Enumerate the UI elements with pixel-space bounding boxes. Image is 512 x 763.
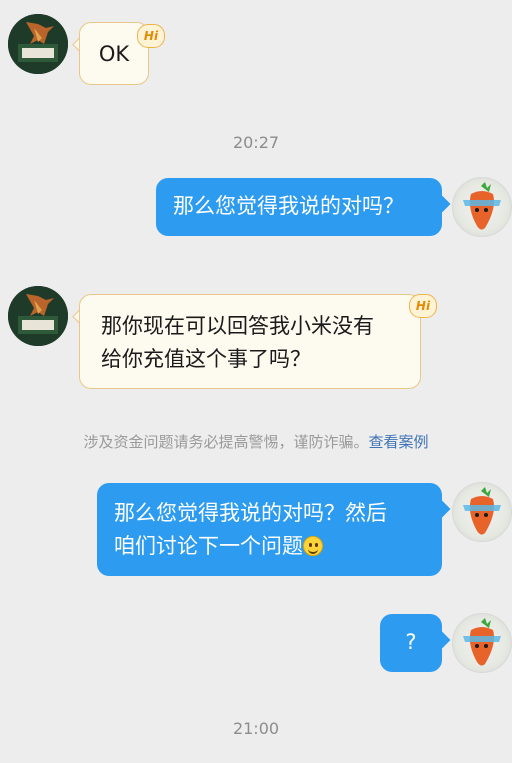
safety-notice: 涉及资金问题请务必提高警惕，谨防诈骗。查看案例 [0,431,512,452]
timestamp: 21:00 [232,719,280,738]
message-text-line: 给你充值这个事了吗？ [101,347,311,371]
message-text: OK [98,42,130,66]
my-avatar[interactable] [452,613,512,673]
message-text: 咱们讨论下一个问题 [114,534,303,558]
contact-avatar[interactable] [8,286,68,346]
avatar-left-icon [8,14,68,74]
message-text-line: 那你现在可以回答我小米没有 [101,314,374,338]
message-bubble-outgoing[interactable]: 那么您觉得我说的对吗？然后 咱们讨论下一个问题 [97,483,442,576]
notice-text: 涉及资金问题请务必提高警惕，谨防诈骗。 [83,433,369,451]
smile-emoji-icon [303,536,323,556]
hi-badge: Hi [409,294,437,318]
message-text-line: 那么您觉得我说的对吗？然后 [114,501,387,525]
avatar-right-carrot-icon [463,487,501,535]
avatar-right-carrot-icon [463,618,501,666]
hi-badge: Hi [137,24,165,48]
message-text: ? [405,630,417,654]
contact-avatar[interactable] [8,14,68,74]
my-avatar[interactable] [452,177,512,237]
avatar-right-carrot-icon [463,182,501,230]
message-bubble-outgoing[interactable]: 那么您觉得我说的对吗？ [156,178,442,236]
timestamp: 20:27 [232,133,280,152]
message-text: 那么您觉得我说的对吗？ [173,194,404,218]
message-bubble-outgoing[interactable]: ? [380,614,442,672]
my-avatar[interactable] [452,482,512,542]
view-cases-link[interactable]: 查看案例 [369,433,429,451]
avatar-left-icon [8,286,68,346]
message-bubble-incoming[interactable]: 那你现在可以回答我小米没有 给你充值这个事了吗？ [79,294,421,389]
message-text-line: 咱们讨论下一个问题 [114,530,442,563]
